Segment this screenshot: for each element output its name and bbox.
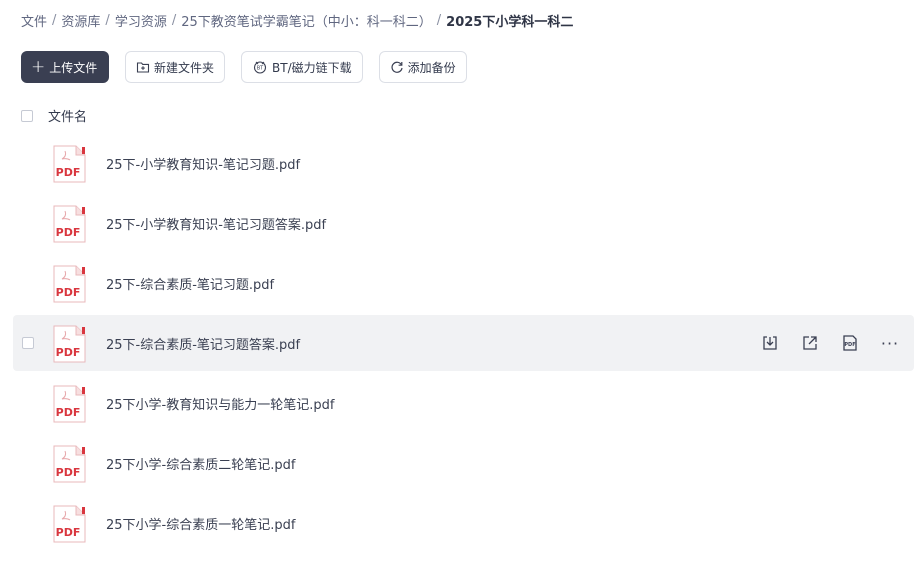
svg-text:PDF: PDF: [56, 286, 81, 299]
breadcrumb-separator: /: [436, 12, 442, 28]
download-icon: [763, 336, 777, 350]
share-button[interactable]: [799, 332, 821, 354]
bt-magnet-download-label: BT/磁力链下载: [272, 60, 352, 75]
file-name[interactable]: 25下-综合素质-笔记习题.pdf: [106, 274, 274, 293]
pdf-preview-button[interactable]: PDF: [839, 332, 861, 354]
breadcrumb-current: 2025下小学科一科二: [446, 14, 574, 30]
breadcrumb: 文件 / 资源库 / 学习资源 / 25下教资笔试学霸笔记（中小：科一科二） /…: [21, 10, 573, 30]
file-row[interactable]: PDF 25下-小学教育知识-笔记习题答案.pdf: [13, 195, 914, 251]
breadcrumb-item-notes-folder[interactable]: 25下教资笔试学霸笔记（中小：科一科二）: [181, 11, 432, 30]
pdf-file-icon: PDF: [53, 145, 86, 183]
pdf-file-icon: PDF: [53, 445, 86, 483]
svg-text:PDF: PDF: [56, 466, 81, 479]
column-header-filename[interactable]: 文件名: [48, 106, 87, 125]
breadcrumb-item-files[interactable]: 文件: [21, 11, 47, 30]
sync-icon: [391, 61, 403, 73]
svg-text:PDF: PDF: [56, 526, 81, 539]
breadcrumb-item-learning-resources[interactable]: 学习资源: [115, 11, 167, 30]
file-list: PDF 25下-小学教育知识-笔记习题.pdf PDF 25下-小学教育知识-笔…: [13, 135, 914, 555]
svg-text:PDF: PDF: [56, 406, 81, 419]
upload-file-label: 上传文件: [49, 60, 98, 75]
new-folder-icon: [136, 62, 150, 73]
pdf-tool-icon: PDF: [843, 335, 857, 351]
file-name[interactable]: 25下-小学教育知识-笔记习题答案.pdf: [106, 214, 326, 233]
svg-text:PDF: PDF: [56, 226, 81, 239]
file-name[interactable]: 25下-小学教育知识-笔记习题.pdf: [106, 154, 300, 173]
more-options-button[interactable]: ···: [879, 332, 901, 354]
svg-text:PDF: PDF: [56, 166, 81, 179]
breadcrumb-separator: /: [52, 12, 57, 28]
pdf-file-icon: PDF: [53, 505, 86, 543]
file-name[interactable]: 25下小学-教育知识与能力一轮笔记.pdf: [106, 394, 334, 413]
file-list-header: 文件名: [21, 106, 87, 125]
download-button[interactable]: [759, 332, 781, 354]
file-row[interactable]: PDF 25下小学-综合素质一轮笔记.pdf: [13, 495, 914, 551]
svg-text:PDF: PDF: [844, 342, 855, 348]
new-folder-button[interactable]: 新建文件夹: [125, 51, 226, 83]
file-row[interactable]: PDF 25下-综合素质-笔记习题.pdf: [13, 255, 914, 311]
toolbar: + 上传文件 新建文件夹 BT BT/磁力链下载 添加备份: [21, 51, 483, 83]
breadcrumb-separator: /: [105, 12, 110, 28]
file-row[interactable]: PDF 25下小学-综合素质二轮笔记.pdf: [13, 435, 914, 491]
svg-text:BT: BT: [257, 66, 264, 72]
file-row[interactable]: PDF 25下-综合素质-笔记习题答案.pdf PDF ···: [13, 315, 914, 371]
pdf-file-icon: PDF: [53, 265, 86, 303]
file-name[interactable]: 25下小学-综合素质二轮笔记.pdf: [106, 454, 295, 473]
breadcrumb-separator: /: [171, 12, 177, 28]
file-name[interactable]: 25下-综合素质-笔记习题答案.pdf: [106, 334, 300, 353]
file-row[interactable]: PDF 25下-小学教育知识-笔记习题.pdf: [13, 135, 914, 191]
add-backup-button[interactable]: 添加备份: [378, 51, 467, 83]
row-actions: PDF ···: [741, 332, 901, 354]
plus-icon: +: [31, 56, 46, 77]
pdf-file-icon: PDF: [53, 325, 86, 363]
new-folder-label: 新建文件夹: [154, 60, 215, 75]
svg-text:PDF: PDF: [56, 346, 81, 359]
file-row[interactable]: PDF 25下小学-教育知识与能力一轮笔记.pdf: [13, 375, 914, 431]
add-backup-label: 添加备份: [407, 60, 456, 75]
select-all-checkbox[interactable]: [21, 109, 33, 122]
pdf-file-icon: PDF: [53, 385, 86, 423]
pdf-file-icon: PDF: [53, 205, 86, 243]
row-checkbox[interactable]: [22, 337, 34, 349]
breadcrumb-item-resource-library[interactable]: 资源库: [61, 11, 100, 30]
share-icon: [803, 336, 817, 350]
bt-icon: BT: [253, 61, 267, 74]
bt-magnet-download-button[interactable]: BT BT/磁力链下载: [241, 51, 363, 83]
file-name[interactable]: 25下小学-综合素质一轮笔记.pdf: [106, 514, 295, 533]
upload-file-button[interactable]: + 上传文件: [21, 51, 109, 83]
